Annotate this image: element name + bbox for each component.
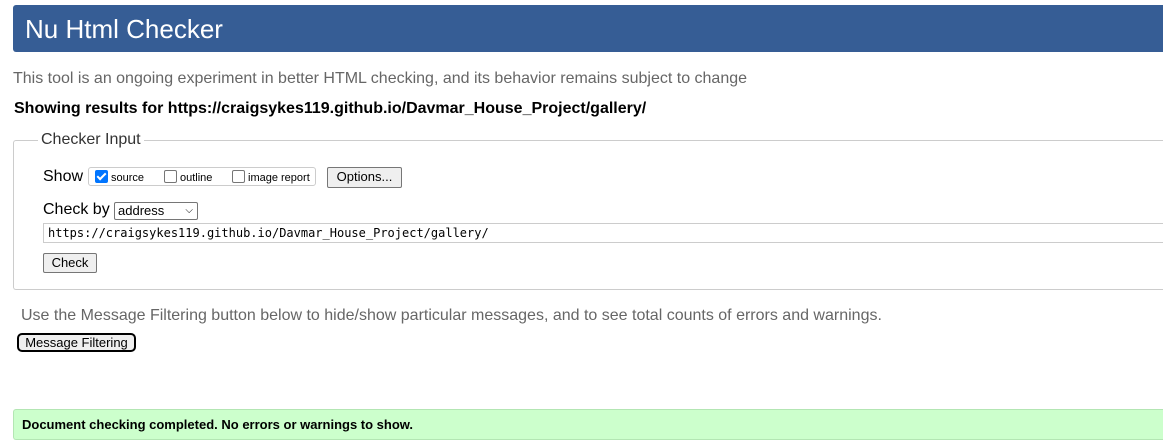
message-filtering-note: Use the Message Filtering button below t… (21, 307, 882, 324)
options-button[interactable]: Options... (327, 167, 402, 188)
outline-checkbox-label: outline (180, 172, 213, 184)
url-input[interactable]: https://craigsykes119.github.io/Davmar_H… (43, 223, 1163, 243)
show-options-group: source outline image report (88, 167, 316, 186)
page-title: Nu Html Checker (25, 14, 223, 44)
image-report-checkbox[interactable] (232, 170, 245, 183)
tagline: This tool is an ongoing experiment in be… (13, 70, 748, 87)
check-by-selected-value: address (118, 203, 165, 218)
source-checkbox-label: source (111, 172, 145, 184)
success-message-box: Document checking completed. No errors o… (13, 409, 1163, 440)
page-header: Nu Html Checker (13, 5, 1163, 52)
source-checkbox[interactable] (95, 170, 108, 183)
results-for-heading: Showing results for https://craigsykes11… (14, 100, 647, 117)
outline-checkbox[interactable] (164, 170, 177, 183)
success-message: Document checking completed. No errors o… (22, 417, 414, 432)
chevron-down-icon: ⌵ (185, 205, 193, 216)
image-report-checkbox-label: image report (248, 172, 310, 184)
checker-input-legend: Checker Input (38, 131, 144, 149)
check-by-select[interactable]: address ⌵ (114, 202, 198, 220)
message-filtering-button[interactable]: Message Filtering (17, 333, 136, 352)
check-button[interactable]: Check (43, 253, 97, 273)
check-by-label: Check by (43, 201, 110, 218)
show-label: Show (43, 168, 84, 185)
